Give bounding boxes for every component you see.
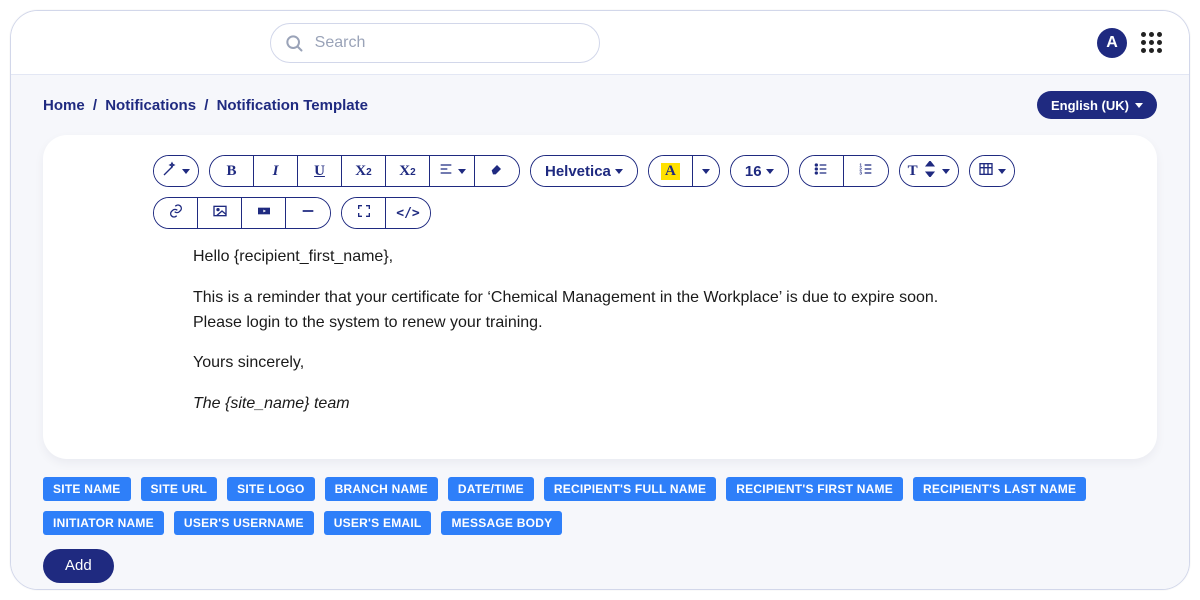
breadcrumb-notifications[interactable]: Notifications [105, 97, 196, 114]
underline-button[interactable]: U [298, 156, 342, 186]
fullscreen-button[interactable] [342, 198, 386, 228]
link-icon [168, 203, 184, 223]
code-icon: </> [396, 206, 419, 221]
italic-button[interactable]: I [254, 156, 298, 186]
font-family-select[interactable]: Helvetica [531, 156, 637, 186]
line-height-button[interactable]: T [900, 156, 958, 186]
message-line-2: Please login to the system to renew your… [193, 314, 543, 331]
video-icon [256, 203, 272, 223]
text-color-more-button[interactable] [693, 156, 719, 186]
breadcrumb: Home / Notifications / Notification Temp… [43, 97, 368, 114]
align-icon [438, 161, 454, 181]
svg-text:3: 3 [859, 170, 862, 175]
apps-grid-icon[interactable] [1141, 32, 1163, 54]
token-recipient-last-name[interactable]: RECIPIENT'S LAST NAME [913, 477, 1086, 501]
eraser-icon [489, 161, 505, 181]
chevron-down-icon [702, 169, 710, 174]
wand-icon [162, 161, 178, 181]
token-users-username[interactable]: USER'S USERNAME [174, 511, 314, 535]
token-date-time[interactable]: DATE/TIME [448, 477, 534, 501]
magic-wand-button[interactable] [154, 156, 198, 186]
text-color-icon: A [661, 163, 680, 180]
numbered-list-icon: 123 [858, 161, 874, 181]
message-greeting: Hello {recipient_first_name}, [193, 245, 1091, 270]
hr-button[interactable] [286, 198, 330, 228]
eraser-button[interactable] [475, 156, 519, 186]
hr-icon [300, 203, 316, 223]
font-size-label: 16 [745, 163, 762, 180]
token-initiator-name[interactable]: INITIATOR NAME [43, 511, 164, 535]
token-message-body[interactable]: MESSAGE BODY [441, 511, 562, 535]
chevron-down-icon [182, 169, 190, 174]
underline-icon: U [314, 163, 325, 180]
editor-toolbar: B I U X2 X2 Helvetica [69, 155, 1131, 229]
top-right: A [1097, 28, 1163, 58]
image-button[interactable] [198, 198, 242, 228]
avatar[interactable]: A [1097, 28, 1127, 58]
align-button[interactable] [430, 156, 475, 186]
search-wrap [270, 23, 600, 63]
bold-button[interactable]: B [210, 156, 254, 186]
breadcrumb-current: Notification Template [217, 97, 368, 114]
message-signature: The {site_name} team [193, 392, 1091, 417]
updown-icon [922, 161, 938, 181]
subscript-icon: X2 [399, 163, 415, 180]
table-icon [978, 161, 994, 181]
search-input[interactable] [270, 23, 600, 63]
token-site-name[interactable]: SITE NAME [43, 477, 131, 501]
chevron-down-icon [942, 169, 950, 174]
chevron-down-icon [998, 169, 1006, 174]
message-line-1: This is a reminder that your certificate… [193, 289, 938, 306]
token-branch-name[interactable]: BRANCH NAME [325, 477, 438, 501]
image-icon [212, 203, 228, 223]
fullscreen-icon [356, 203, 372, 223]
search-icon [284, 33, 304, 53]
bullet-list-icon [813, 161, 829, 181]
token-recipient-full-name[interactable]: RECIPIENT'S FULL NAME [544, 477, 716, 501]
line-height-icon: T [908, 163, 918, 180]
token-list: SITE NAME SITE URL SITE LOGO BRANCH NAME… [43, 477, 1157, 535]
language-label: English (UK) [1051, 98, 1129, 113]
top-bar: A [11, 11, 1189, 75]
font-family-label: Helvetica [545, 163, 611, 180]
breadcrumb-sep: / [204, 97, 208, 114]
video-button[interactable] [242, 198, 286, 228]
bullet-list-button[interactable] [800, 156, 844, 186]
chevron-down-icon [458, 169, 466, 174]
token-users-email[interactable]: USER'S EMAIL [324, 511, 432, 535]
message-closing: Yours sincerely, [193, 351, 1091, 376]
code-view-button[interactable]: </> [386, 198, 430, 228]
language-selector[interactable]: English (UK) [1037, 91, 1157, 119]
chevron-down-icon [1135, 103, 1143, 108]
text-color-button[interactable]: A [649, 156, 693, 186]
chevron-down-icon [766, 169, 774, 174]
chevron-down-icon [615, 169, 623, 174]
token-site-url[interactable]: SITE URL [141, 477, 218, 501]
bold-icon: B [226, 163, 236, 180]
superscript-icon: X2 [355, 163, 371, 180]
table-button[interactable] [970, 156, 1014, 186]
token-recipient-first-name[interactable]: RECIPIENT'S FIRST NAME [726, 477, 903, 501]
content-area: Home / Notifications / Notification Temp… [11, 75, 1189, 589]
subscript-button[interactable]: X2 [386, 156, 430, 186]
app-window: A Home / Notifications / Notification Te… [10, 10, 1190, 590]
message-body: This is a reminder that your certificate… [193, 286, 1091, 336]
add-button[interactable]: Add [43, 549, 114, 583]
editor-card: B I U X2 X2 Helvetica [43, 135, 1157, 459]
link-button[interactable] [154, 198, 198, 228]
token-site-logo[interactable]: SITE LOGO [227, 477, 315, 501]
breadcrumb-row: Home / Notifications / Notification Temp… [43, 91, 1157, 119]
editor-body[interactable]: Hello {recipient_first_name}, This is a … [69, 245, 1131, 417]
numbered-list-button[interactable]: 123 [844, 156, 888, 186]
font-size-select[interactable]: 16 [731, 156, 788, 186]
breadcrumb-sep: / [93, 97, 97, 114]
italic-icon: I [273, 163, 279, 180]
breadcrumb-home[interactable]: Home [43, 97, 85, 114]
superscript-button[interactable]: X2 [342, 156, 386, 186]
